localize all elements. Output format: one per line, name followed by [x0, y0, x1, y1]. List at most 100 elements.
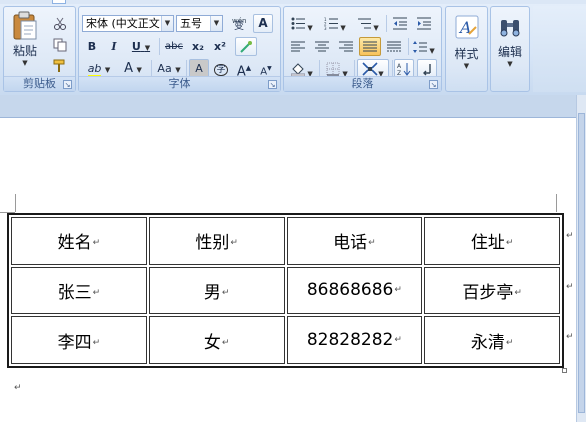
- table-cell[interactable]: 李四↵: [11, 316, 147, 364]
- table-cell[interactable]: 82828282↵: [286, 316, 423, 364]
- paragraph-mark: ↵: [230, 238, 238, 249]
- table-resize-handle[interactable]: [562, 368, 567, 373]
- separator: [151, 60, 152, 77]
- cell-text: 李四: [57, 332, 92, 353]
- cell-text: 86868686: [306, 280, 394, 301]
- paragraph-mark: ↵: [92, 238, 101, 249]
- cell-text: 电话: [333, 233, 368, 254]
- paragraph-mark: ↵: [505, 238, 514, 249]
- ribbon-tab-strip: [0, 0, 586, 4]
- change-case-icon: Aa: [157, 62, 172, 75]
- scrollbar-thumb[interactable]: [578, 113, 585, 413]
- table-cell[interactable]: 永清↵: [424, 316, 560, 364]
- styles-button[interactable]: A 样式 ▼: [448, 10, 485, 74]
- table-row: 李四↵ 女↵ 82828282↵ 永清↵: [11, 316, 560, 364]
- table-cell[interactable]: 86868686↵: [286, 266, 423, 315]
- svg-text:3: 3: [324, 26, 327, 30]
- chinese-layout-icon: [362, 62, 378, 76]
- styles-dropdown-arrow[interactable]: ▼: [449, 62, 484, 70]
- font-launcher[interactable]: ↘: [268, 80, 277, 89]
- font-size-dropdown-arrow[interactable]: ▼: [210, 16, 222, 31]
- phonetic-guide-button[interactable]: wén 变: [228, 14, 250, 33]
- align-right-button[interactable]: [335, 37, 357, 56]
- paragraph-mark: ↵: [221, 337, 230, 348]
- separator: [319, 60, 320, 77]
- justify-button[interactable]: [359, 37, 381, 56]
- editing-button[interactable]: 编辑 ▼: [493, 10, 527, 74]
- font-size-combo[interactable]: 五号 ▼: [176, 15, 223, 32]
- align-left-button[interactable]: [287, 37, 309, 56]
- font-name-dropdown-arrow[interactable]: ▼: [161, 16, 173, 31]
- cell-text: 永清: [470, 332, 505, 353]
- decrease-indent-button[interactable]: [389, 14, 411, 33]
- superscript-button[interactable]: x²: [210, 37, 230, 56]
- table-cell[interactable]: 男↵: [148, 266, 285, 315]
- multilevel-list-button[interactable]: ▼: [353, 14, 383, 33]
- align-right-icon: [339, 41, 353, 52]
- format-painter-icon: [53, 59, 65, 72]
- vertical-scrollbar[interactable]: [576, 95, 586, 422]
- increase-indent-icon: [417, 17, 431, 30]
- bold-button[interactable]: B: [82, 37, 102, 56]
- font-name-value: 宋体 (中文正文: [86, 17, 160, 30]
- clipboard-icon: [13, 11, 37, 40]
- contacts-table[interactable]: 姓名↵ 性别↵ 电话↵ 住址↵ 张三↵ 男↵ 86868686↵ 百步亭↵ 李四…: [7, 213, 564, 368]
- increase-indent-button[interactable]: [413, 14, 435, 33]
- table-cell[interactable]: 女↵: [148, 316, 285, 364]
- paragraph-launcher[interactable]: ↘: [429, 80, 438, 89]
- paragraph-group-label: 段落: [284, 76, 441, 91]
- table-cell[interactable]: 住址↵: [424, 217, 560, 265]
- ribbon: 粘贴 ▼ 剪贴板 ↘ 宋体 (中文正文 ▼ 五号 ▼ wén 变 A B I U…: [0, 0, 586, 95]
- cell-text: 性别: [195, 233, 230, 254]
- distributed-button[interactable]: [383, 37, 405, 56]
- editing-label: 编辑: [497, 45, 522, 59]
- paragraph-mark: ↵: [514, 287, 522, 298]
- binoculars-icon: [500, 20, 520, 37]
- italic-button[interactable]: I: [104, 37, 124, 56]
- underline-button[interactable]: U ▼: [126, 37, 156, 56]
- paragraph-mark: ↵: [14, 383, 22, 393]
- subscript-button[interactable]: x₂: [188, 37, 208, 56]
- clipboard-launcher[interactable]: ↘: [63, 80, 72, 89]
- format-painter-button[interactable]: [49, 56, 71, 75]
- text-effects-button[interactable]: [235, 37, 257, 56]
- cell-text: 女: [203, 332, 221, 353]
- horizontal-ruler[interactable]: [0, 95, 586, 118]
- table-cell[interactable]: 性别↵: [148, 217, 285, 265]
- paragraph-mark-icon: [423, 64, 431, 76]
- strikethrough-button[interactable]: abc: [162, 37, 186, 56]
- tab-home[interactable]: [52, 0, 66, 4]
- paragraph-mark: ↵: [505, 337, 514, 348]
- font-group: 宋体 (中文正文 ▼ 五号 ▼ wén 变 A B I U ▼ abc x₂ x²…: [78, 6, 281, 92]
- decrease-indent-icon: [393, 17, 407, 30]
- cut-button[interactable]: [49, 14, 71, 33]
- table-cell[interactable]: 姓名↵: [11, 217, 147, 265]
- bullets-button[interactable]: ▼: [287, 14, 317, 33]
- italic-icon: I: [111, 40, 117, 53]
- line-spacing-button[interactable]: ▼: [410, 37, 438, 56]
- paste-button[interactable]: 粘贴 ▼: [7, 10, 43, 74]
- separator: [354, 60, 355, 77]
- clipboard-group: 粘贴 ▼ 剪贴板 ↘: [3, 6, 76, 92]
- text-effects-icon: [240, 41, 252, 53]
- table-cell[interactable]: 张三↵: [11, 266, 147, 315]
- paragraph-mark: ↵: [92, 337, 101, 348]
- enclose-characters-icon: 字: [214, 64, 228, 76]
- table-cell[interactable]: 百步亭↵: [424, 266, 560, 315]
- numbering-button[interactable]: 123 ▼: [320, 14, 350, 33]
- styles-label: 样式: [454, 47, 479, 61]
- distributed-icon: [387, 41, 401, 52]
- multilevel-list-icon: [358, 18, 372, 29]
- copy-button[interactable]: [49, 35, 71, 54]
- table-cell[interactable]: 电话↵: [286, 217, 423, 265]
- align-center-button[interactable]: [311, 37, 333, 56]
- bold-icon: B: [87, 40, 97, 53]
- clear-formatting-button[interactable]: A: [253, 14, 273, 33]
- scissors-icon: [54, 17, 66, 30]
- editing-dropdown-arrow[interactable]: ▼: [494, 60, 526, 68]
- paste-dropdown-arrow[interactable]: ▼: [8, 59, 42, 67]
- styles-icon: A: [455, 15, 478, 39]
- svg-text:A: A: [397, 63, 402, 70]
- font-name-combo[interactable]: 宋体 (中文正文 ▼: [82, 15, 174, 32]
- ribbon-empty-area: [533, 6, 586, 92]
